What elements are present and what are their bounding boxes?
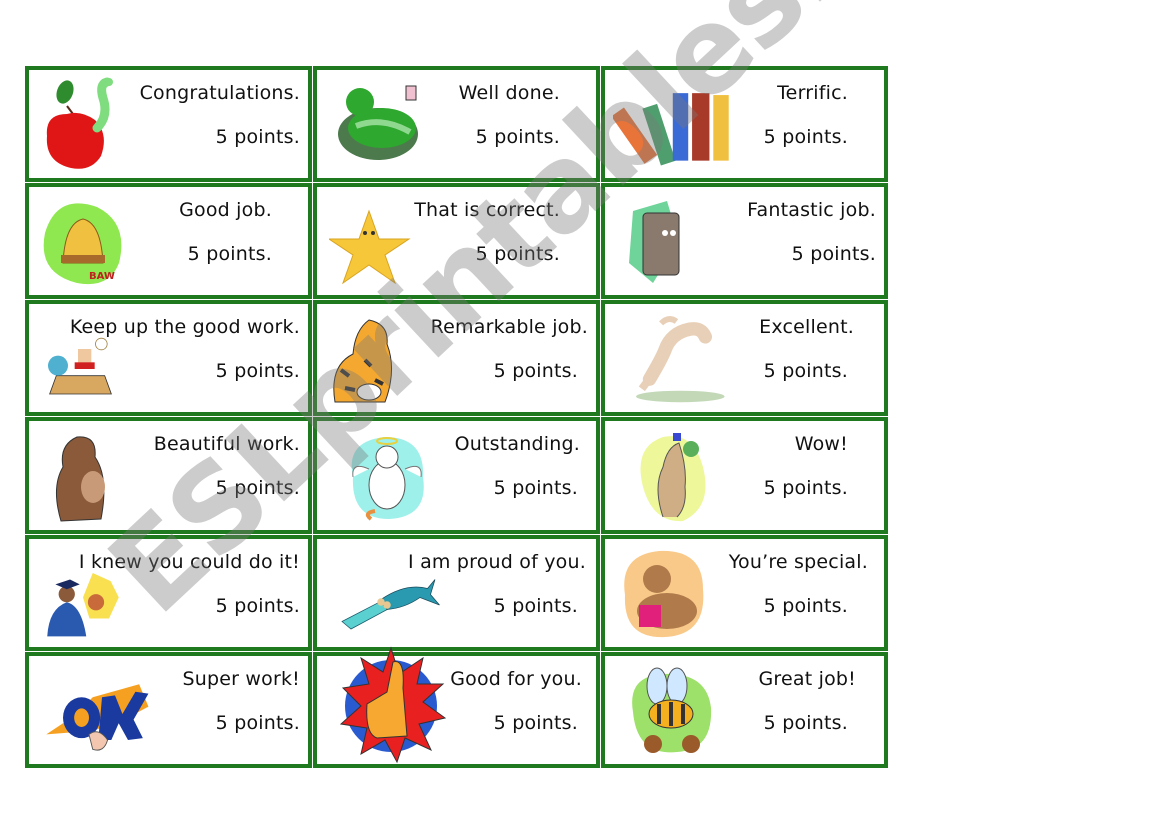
card-points: 5 points. (763, 126, 848, 148)
reward-card: Remarkable job. 5 points. (313, 300, 600, 417)
reward-card: Keep up the good work. 5 points. (25, 300, 312, 417)
reward-card: Outstanding. 5 points. (313, 417, 600, 534)
reward-card: Super work! 5 points. (25, 651, 312, 768)
reward-card: I am proud of you. 5 points. (313, 534, 600, 651)
apple-with-worm-icon (46, 77, 113, 169)
card-points: 5 points. (763, 360, 848, 383)
card-points: 5 points. (493, 477, 578, 500)
student-at-desk-icon (48, 338, 112, 395)
card-phrase: That is correct. (414, 199, 560, 222)
happy-book-icon (629, 201, 680, 284)
reward-card: Terrific. 5 points. (601, 66, 888, 183)
reward-card: Wow! 5 points. (601, 417, 888, 534)
card-phrase: Outstanding. (454, 433, 580, 456)
card-phrase: Wow! (794, 433, 848, 456)
relaxing-turtle-icon (338, 85, 418, 160)
reward-card: Fantastic job. 5 points. (601, 183, 888, 300)
card-points: 5 points. (215, 126, 300, 148)
card-points: 5 points. (187, 243, 272, 266)
svg-text:BAW: BAW (89, 271, 115, 282)
card-phrase: Good for you. (450, 667, 582, 690)
card-points: 5 points. (215, 477, 300, 500)
card-phrase: Keep up the good work. (69, 316, 300, 339)
card-phrase: Beautiful work. (153, 433, 300, 456)
card-points: 5 points. (791, 243, 876, 266)
reward-card: That is correct. 5 points. (313, 183, 600, 300)
reward-card: Excellent. 5 points. (601, 300, 888, 417)
card-points: 5 points. (215, 594, 300, 617)
reward-card: You’re special. 5 points. (601, 534, 888, 651)
smiling-star-icon (329, 209, 411, 285)
reward-card: Congratulations. 5 points. (25, 66, 312, 183)
card-phrase: Great job! (758, 667, 856, 690)
card-points: 5 points. (763, 594, 848, 617)
jumping-rabbit-icon (636, 316, 725, 403)
graduate-icon (47, 572, 119, 636)
card-points: 5 points. (493, 594, 578, 617)
card-points: 5 points. (493, 360, 578, 383)
ok-hand-icon (46, 684, 149, 751)
card-phrase: Terrific. (777, 82, 848, 104)
bee-with-honey-pots-icon (632, 667, 712, 753)
reward-card: Good for you. 5 points. (313, 646, 600, 768)
card-phrase: Congratulations. (139, 82, 300, 104)
card-points: 5 points. (493, 711, 578, 734)
reward-card-grid: Congratulations. 5 points. Well done. 5 … (25, 66, 889, 769)
card-points: 5 points. (215, 360, 300, 383)
card-points: 5 points. (475, 243, 560, 266)
card-phrase: Well done. (458, 82, 560, 104)
card-phrase: Remarkable job. (430, 316, 588, 339)
card-phrase: Fantastic job. (747, 199, 876, 222)
reward-card: Beautiful work. 5 points. (25, 417, 312, 534)
card-points: 5 points. (763, 477, 848, 500)
gorilla-icon (56, 436, 105, 522)
reward-card: I knew you could do it! 5 points. (25, 534, 312, 651)
reward-card: Well done. 5 points. (313, 66, 600, 183)
card-points: 5 points. (215, 711, 300, 734)
sawfish-icon (341, 578, 440, 630)
card-phrase: You’re special. (728, 550, 868, 573)
dog-reading-icon (624, 550, 704, 637)
card-phrase: I am proud of you. (408, 550, 586, 573)
card-points: 5 points. (763, 711, 848, 734)
card-phrase: Super work! (182, 667, 300, 690)
card-phrase: Excellent. (759, 316, 854, 339)
card-points: 5 points. (475, 126, 560, 148)
thumbs-up-icon (339, 646, 447, 764)
kangaroo-with-flowers-icon (640, 433, 706, 522)
tiger-icon (333, 319, 392, 403)
angel-cat-icon (351, 437, 424, 522)
ringing-bell-icon: BAW (43, 203, 122, 285)
books-icon (613, 93, 729, 166)
card-phrase: I knew you could do it! (78, 550, 300, 573)
reward-card: BAW Good job. 5 points. (25, 183, 312, 300)
reward-card: Great job! 5 points. (601, 651, 888, 768)
card-phrase: Good job. (179, 199, 272, 222)
